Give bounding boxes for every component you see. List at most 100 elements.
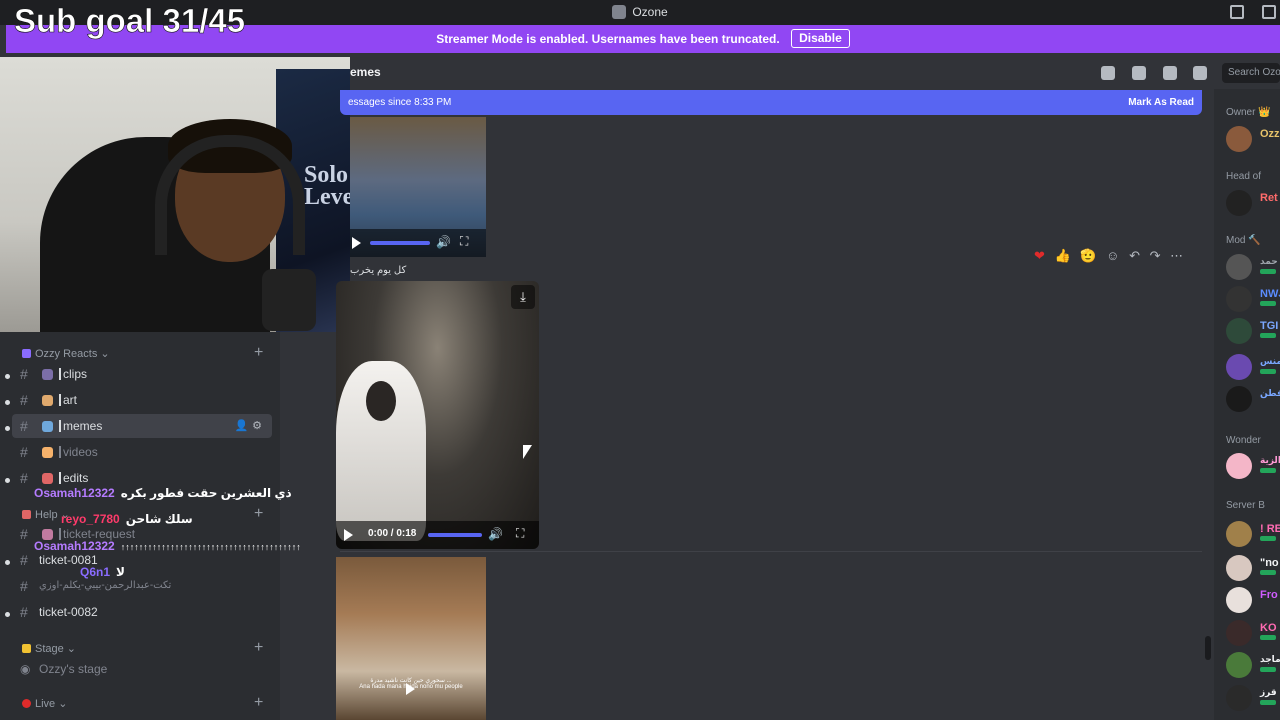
member-item[interactable]: قرز <box>1226 685 1280 711</box>
window-control-icon[interactable] <box>1262 5 1276 19</box>
chat-scrollbar[interactable] <box>1205 636 1211 660</box>
channel-ticket-0082[interactable]: # ticket-0082 <box>12 600 272 624</box>
member-item[interactable]: حمد ! <box>1226 254 1280 280</box>
sub-goal-overlay: Sub goal 31/45 <box>14 2 246 40</box>
video-controls: 🔊 ⛶ <box>350 229 486 257</box>
video-attachment[interactable]: 🔊 ⛶ <box>350 117 486 257</box>
channel-art[interactable]: # art <box>12 388 272 412</box>
unread-indicator <box>5 400 10 405</box>
member-item[interactable]: NWJ <box>1226 286 1280 312</box>
headphones <box>155 135 305 255</box>
stream-chat-line: Osamah12322 ذي العشرين حقت فطور بكره <box>34 486 292 500</box>
member-item[interactable]: ماجد <box>1226 652 1280 678</box>
stream-chat-line: reyo_7780 سلك شاحن <box>61 512 193 526</box>
member-group-head: Head of <box>1226 171 1262 182</box>
pinned-messages-icon[interactable] <box>1163 66 1177 80</box>
unread-indicator <box>5 560 10 565</box>
avatar <box>1226 620 1252 646</box>
streamer-mode-text: Streamer Mode is enabled. Usernames have… <box>436 32 780 46</box>
video-attachment[interactable]: ⤓ 0:00 / 0:18 🔊 ⛶ <box>336 281 539 549</box>
play-icon[interactable] <box>344 529 354 541</box>
notification-settings-icon[interactable] <box>1132 66 1146 80</box>
member-item[interactable]: KO <box>1226 620 1280 646</box>
video-progress[interactable] <box>370 241 430 245</box>
category-ozzy-reacts[interactable]: Ozzy Reacts ⌄ <box>18 347 110 360</box>
channel-videos[interactable]: # videos <box>12 440 272 464</box>
avatar <box>1226 521 1252 547</box>
reply-icon[interactable]: ↶ <box>1129 246 1140 266</box>
unread-indicator <box>5 612 10 617</box>
channel-settings-icon[interactable]: 👤⚙ <box>234 414 266 438</box>
avatar <box>1226 386 1252 412</box>
avatar <box>1226 685 1252 711</box>
inbox-icon[interactable] <box>1230 5 1244 19</box>
message-text: كل يوم يخرب <box>350 265 407 276</box>
avatar <box>1226 453 1252 479</box>
member-item[interactable]: Ret <box>1226 190 1280 216</box>
member-group-server-booster: Server B <box>1226 500 1265 511</box>
channel-ticket-arabic[interactable]: # تكت-عبدالرحمن-بيبي-يكلم-اوزي <box>12 574 272 598</box>
new-messages-text: essages since 8:33 PM <box>348 97 452 108</box>
add-channel-icon[interactable]: + <box>254 695 263 711</box>
server-logo-icon <box>612 5 627 19</box>
avatar <box>1226 587 1252 613</box>
member-group-mod: Mod 🔨 <box>1226 235 1261 246</box>
microphone <box>262 269 316 331</box>
category-stage[interactable]: Stage ⌄ <box>18 642 76 655</box>
member-item[interactable]: Ozz <box>1226 126 1280 152</box>
mark-as-read-button[interactable]: Mark As Read <box>1128 90 1194 115</box>
fullscreen-icon[interactable]: ⛶ <box>516 526 524 541</box>
stage-icon: ◉ <box>20 662 31 676</box>
new-messages-bar[interactable]: essages since 8:33 PM Mark As Read <box>340 90 1202 115</box>
add-channel-icon[interactable]: + <box>254 506 263 522</box>
channel-memes[interactable]: # memes 👤⚙ <box>12 414 272 438</box>
member-item[interactable]: ! RE <box>1226 521 1280 547</box>
unread-indicator <box>5 426 10 431</box>
member-group-owner: Owner 👑 <box>1226 107 1271 118</box>
webcam-overlay: SoloLevel <box>0 57 350 332</box>
forward-icon[interactable]: ↷ <box>1150 246 1161 266</box>
member-item[interactable]: TGI <box>1226 318 1280 344</box>
member-item[interactable]: "no <box>1226 555 1280 581</box>
video-attachment[interactable]: سحوري حين كانت ناشيد مدرة ... Ana hada ma… <box>336 557 486 720</box>
avatar <box>1226 318 1252 344</box>
member-group-wonder: Wonder <box>1226 435 1261 446</box>
channel-sidebar: Ozzy Reacts ⌄ + # clips # art # memes 👤⚙ # vi… <box>0 332 280 720</box>
more-icon[interactable]: ⋯ <box>1170 246 1183 266</box>
channel-clips[interactable]: # clips <box>12 362 272 386</box>
disable-streamer-mode-button[interactable]: Disable <box>791 29 850 48</box>
search-input[interactable]: Search Ozo <box>1222 63 1280 83</box>
avatar <box>1226 286 1252 312</box>
member-list-icon[interactable] <box>1193 66 1207 80</box>
play-icon[interactable] <box>352 237 362 249</box>
message-divider <box>340 551 1202 552</box>
mouse-cursor <box>523 445 532 459</box>
avatar <box>1226 354 1252 380</box>
play-icon[interactable] <box>406 683 416 695</box>
add-channel-icon[interactable]: + <box>254 640 263 656</box>
category-live[interactable]: Live ⌄ <box>18 697 67 710</box>
heart-reaction-icon[interactable]: ❤ <box>1034 246 1045 266</box>
member-item[interactable]: والزية <box>1226 453 1280 479</box>
thumbs-up-reaction-icon[interactable]: 👍 <box>1055 246 1071 266</box>
stream-chat-line: Q6n1 لا <box>80 565 125 579</box>
member-list: Owner 👑 Ozz Head of Ret Mod 🔨 حمد ! NWJ … <box>1214 89 1280 720</box>
avatar <box>1226 652 1252 678</box>
add-channel-icon[interactable]: + <box>254 345 263 361</box>
fullscreen-icon[interactable]: ⛶ <box>460 234 468 249</box>
unread-indicator <box>5 478 10 483</box>
avatar <box>1226 555 1252 581</box>
channel-title: emes <box>350 65 381 79</box>
member-item[interactable]: المنس <box>1226 354 1280 380</box>
volume-icon[interactable]: 🔊 <box>436 235 451 249</box>
avatar <box>1226 254 1252 280</box>
member-item[interactable]: Fro <box>1226 587 1280 613</box>
download-icon[interactable]: ⤓ <box>511 285 535 309</box>
add-reaction-icon[interactable]: ☺ <box>1106 246 1119 266</box>
volume-icon[interactable]: 🔊 <box>488 527 503 541</box>
video-progress[interactable] <box>428 533 482 537</box>
channel-ozzys-stage[interactable]: ◉ Ozzy's stage <box>12 657 272 681</box>
threads-icon[interactable] <box>1101 66 1115 80</box>
salute-reaction-icon[interactable]: 🫡 <box>1080 246 1096 266</box>
member-item[interactable]: قطن <box>1226 386 1280 412</box>
